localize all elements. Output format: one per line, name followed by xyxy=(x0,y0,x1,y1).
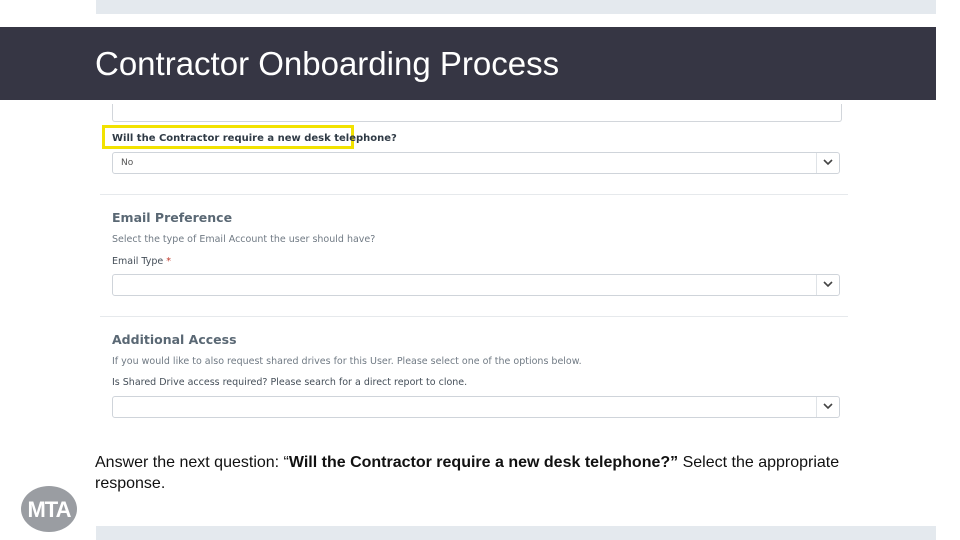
section-divider xyxy=(100,316,848,317)
desk-phone-label: Will the Contractor require a new desk t… xyxy=(112,133,397,144)
required-mark: * xyxy=(166,256,171,267)
instruction-question: Will the Contractor require a new desk t… xyxy=(288,454,679,471)
previous-dropdown[interactable] xyxy=(112,104,842,122)
chevron-down-icon[interactable] xyxy=(816,397,839,417)
slide-title: Contractor Onboarding Process xyxy=(95,45,560,82)
additional-access-help: If you would like to also request shared… xyxy=(112,356,582,367)
email-type-label: Email Type * xyxy=(112,256,171,267)
mta-logo: MTA xyxy=(19,484,79,534)
svg-text:MTA: MTA xyxy=(27,497,71,522)
chevron-down-icon[interactable] xyxy=(816,275,839,295)
email-preference-title: Email Preference xyxy=(112,210,233,225)
instruction-prefix: Answer the next question: “ xyxy=(95,454,289,471)
bottom-decor-strip xyxy=(96,526,936,540)
onboarding-form: Will the Contractor require a new desk t… xyxy=(100,104,850,424)
shared-drive-label: Is Shared Drive access required? Please … xyxy=(112,377,468,388)
email-preference-help: Select the type of Email Account the use… xyxy=(112,234,376,245)
shared-drive-select[interactable] xyxy=(112,396,840,418)
top-decor-strip xyxy=(96,0,936,14)
additional-access-title: Additional Access xyxy=(112,332,237,347)
email-type-select[interactable] xyxy=(112,274,840,296)
chevron-down-icon[interactable] xyxy=(816,153,839,173)
section-divider xyxy=(100,194,848,195)
email-type-label-text: Email Type xyxy=(112,256,164,267)
desk-phone-value: No xyxy=(121,158,134,168)
desk-phone-select[interactable]: No xyxy=(112,152,840,174)
instruction-text: Answer the next question: “Will the Cont… xyxy=(95,452,875,494)
